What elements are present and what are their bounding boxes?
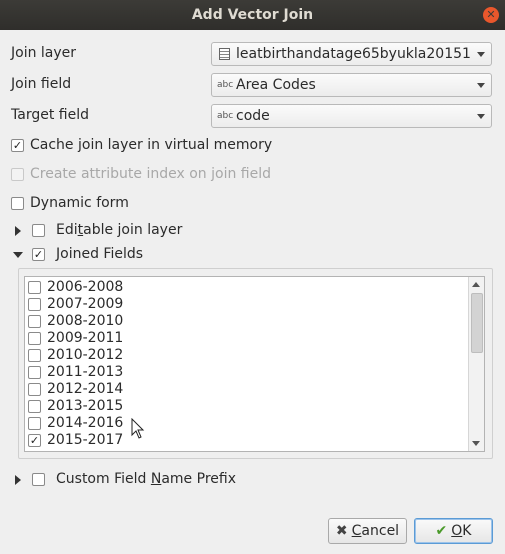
join-layer-label: Join layer — [11, 45, 77, 61]
chevron-down-icon — [477, 52, 485, 57]
list-item[interactable]: 2007-2009 — [25, 296, 465, 313]
editable-join-label: Editable join layer — [56, 222, 183, 238]
join-layer-value: leatbirthandatage65byukla201517 — [236, 46, 472, 62]
list-item[interactable]: 2008-2010 — [25, 313, 465, 330]
text-field-icon: abc — [217, 111, 234, 121]
close-icon[interactable]: ✕ — [483, 7, 499, 23]
attribute-index-label: Create attribute index on join field — [30, 166, 272, 182]
list-item[interactable]: 2011-2013 — [25, 364, 465, 381]
dynamic-form-checkbox[interactable] — [11, 197, 24, 210]
chevron-down-icon — [477, 83, 485, 88]
joined-fields-label: Joined Fields — [56, 246, 144, 262]
join-field-combo[interactable]: abc Area Codes — [211, 73, 492, 97]
collapse-arrow-icon[interactable] — [13, 252, 23, 258]
scroll-thumb[interactable] — [471, 293, 483, 353]
dynamic-form-label: Dynamic form — [30, 195, 129, 211]
ok-button[interactable]: ✔ OK — [414, 518, 493, 544]
field-label: 2011-2013 — [47, 364, 124, 380]
joined-fields-checkbox[interactable]: ✓ — [32, 248, 45, 261]
cache-label: Cache join layer in virtual memory — [30, 137, 273, 153]
field-label: 2007-2009 — [47, 296, 124, 312]
attribute-index-checkbox — [11, 168, 24, 181]
cancel-button[interactable]: ✖ Cancel — [328, 518, 407, 544]
target-field-value: code — [236, 108, 270, 124]
field-checkbox[interactable] — [28, 417, 41, 430]
join-field-value: Area Codes — [236, 77, 316, 93]
field-checkbox[interactable] — [28, 366, 41, 379]
list-item[interactable]: ✓ 2015-2017 — [25, 432, 465, 449]
scroll-up-icon[interactable] — [472, 282, 480, 287]
cancel-icon: ✖ — [335, 523, 348, 539]
prefix-label: Custom Field Name Prefix — [56, 471, 236, 487]
target-field-combo[interactable]: abc code — [211, 104, 492, 128]
list-item[interactable]: 2006-2008 — [25, 279, 465, 296]
cache-checkbox[interactable]: ✓ — [11, 139, 24, 152]
text-field-icon: abc — [217, 80, 234, 90]
chevron-down-icon — [477, 114, 485, 119]
joined-fields-list[interactable]: 2006-2008 2007-2009 2008-2010 2009-2011 2010… — [24, 276, 485, 452]
field-checkbox[interactable] — [28, 315, 41, 328]
target-field-label: Target field — [11, 107, 89, 123]
title-bar: Add Vector Join ✕ — [0, 0, 505, 30]
window-title: Add Vector Join — [191, 7, 314, 23]
field-checkbox[interactable] — [28, 298, 41, 311]
field-label: 2015-2017 — [47, 432, 124, 448]
expand-arrow-icon[interactable] — [15, 226, 21, 236]
field-label: 2012-2014 — [47, 381, 124, 397]
field-checkbox[interactable] — [28, 349, 41, 362]
list-item[interactable]: 2010-2012 — [25, 347, 465, 364]
field-label: 2010-2012 — [47, 347, 124, 363]
field-label: 2008-2010 — [47, 313, 124, 329]
field-label: 2013-2015 — [47, 398, 124, 414]
field-checkbox[interactable] — [28, 400, 41, 413]
join-field-label: Join field — [11, 76, 72, 92]
list-item[interactable]: 2012-2014 — [25, 381, 465, 398]
field-label: 2006-2008 — [47, 279, 124, 295]
scroll-down-icon[interactable] — [472, 441, 480, 446]
mouse-pointer-icon — [131, 418, 145, 439]
field-checkbox[interactable] — [28, 383, 41, 396]
prefix-checkbox[interactable] — [32, 473, 45, 486]
field-checkbox[interactable] — [28, 332, 41, 345]
join-layer-combo[interactable]: leatbirthandatage65byukla201517 — [211, 42, 492, 66]
list-item[interactable]: 2014-2016 — [25, 415, 465, 432]
list-scrollbar[interactable] — [468, 277, 484, 451]
table-layer-icon — [219, 48, 230, 60]
expand-arrow-icon[interactable] — [15, 475, 21, 485]
field-checkbox[interactable]: ✓ — [28, 434, 41, 447]
editable-join-checkbox[interactable] — [32, 224, 45, 237]
field-label: 2009-2011 — [47, 330, 124, 346]
check-icon: ✔ — [435, 523, 448, 539]
list-item[interactable]: 2013-2015 — [25, 398, 465, 415]
list-item[interactable]: 2009-2011 — [25, 330, 465, 347]
field-label: 2014-2016 — [47, 415, 124, 431]
field-checkbox[interactable] — [28, 281, 41, 294]
